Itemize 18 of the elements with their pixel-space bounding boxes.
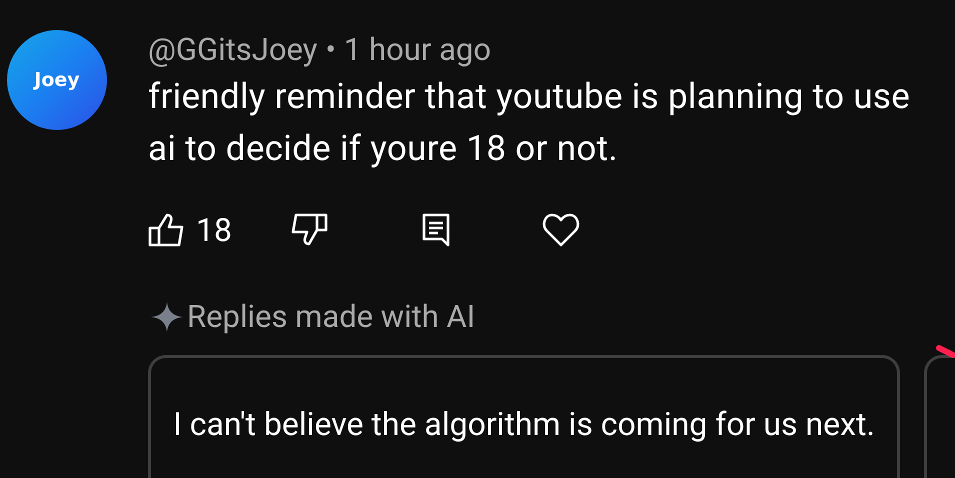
heart-icon: [542, 213, 580, 247]
scribble-mark: [935, 344, 955, 358]
reply-button[interactable]: [422, 213, 450, 247]
suggested-reply[interactable]: I can't believe the algorithm is coming for us next.: [148, 354, 900, 478]
avatar[interactable]: Joey: [7, 30, 107, 130]
like-button[interactable]: 18: [148, 206, 232, 254]
author-name[interactable]: @GGitsJoey: [148, 31, 318, 69]
comment-time: 1 hour ago: [344, 31, 492, 69]
separator-dot: •: [325, 31, 336, 69]
ai-replies-label: Replies made with AI: [187, 297, 476, 337]
thumbs-down-icon: [290, 213, 328, 247]
avatar-text: Joey: [34, 68, 80, 93]
comment-text: friendly reminder that youtube is planning to use ai to decide if youre 18 or not.: [148, 75, 912, 171]
dislike-button[interactable]: [290, 213, 328, 247]
heart-button[interactable]: [542, 213, 580, 247]
thumbs-up-icon: [148, 213, 186, 247]
sparkle-icon: [151, 302, 183, 332]
comment-icon: [422, 213, 450, 247]
